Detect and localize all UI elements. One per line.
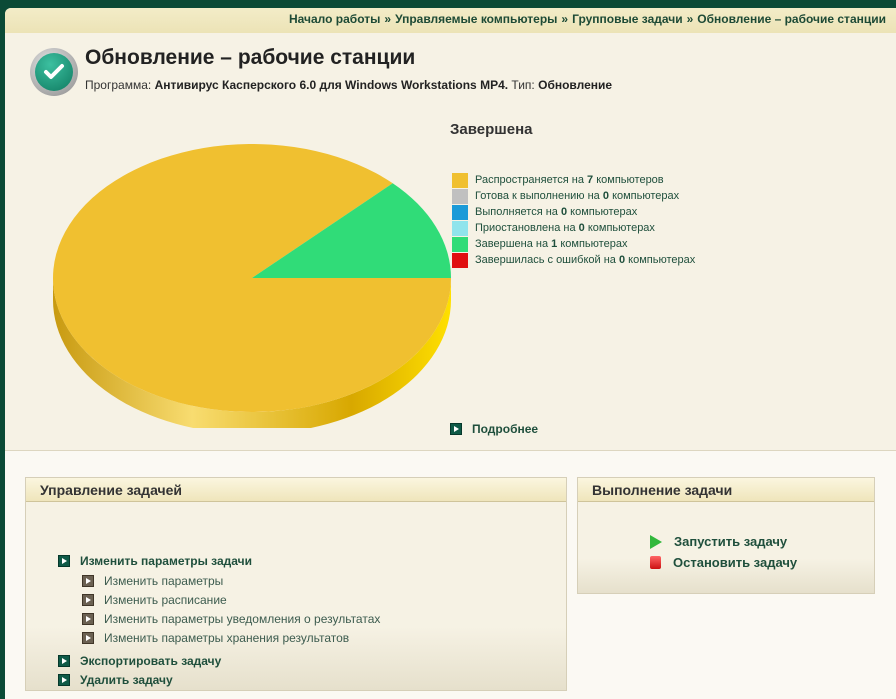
edit-storage-link[interactable]: Изменить параметры хранения результатов [82, 631, 349, 645]
breadcrumb-group-tasks[interactable]: Групповые задачи [572, 12, 682, 26]
program-value: Антивирус Касперского 6.0 для Windows Wo… [154, 78, 509, 92]
stop-icon [650, 556, 661, 569]
arrow-right-icon [450, 423, 462, 435]
edit-schedule-link[interactable]: Изменить расписание [82, 593, 227, 607]
legend-item: Выполняется на 0 компьютерах [452, 204, 695, 220]
legend-swatch [452, 204, 468, 220]
arrow-right-icon [58, 655, 70, 667]
breadcrumb-current: Обновление – рабочие станции [697, 12, 886, 26]
lower-section: Управление задачей Изменить параметры за… [5, 450, 896, 699]
legend-label: Завершена на 1 компьютерах [475, 238, 628, 250]
task-execution-panel: Выполнение задачи Запустить задачу Остан… [577, 477, 875, 594]
type-value: Обновление [538, 78, 613, 92]
breadcrumb-home[interactable]: Начало работы [289, 12, 380, 26]
arrow-right-icon [82, 613, 94, 625]
start-task-button[interactable]: Запустить задачу [650, 534, 787, 549]
breadcrumb-separator: » [686, 12, 694, 26]
legend-label: Приостановлена на 0 компьютерах [475, 222, 655, 234]
arrow-right-icon [58, 555, 70, 567]
legend-item: Завершилась с ошибкой на 0 компьютерах [452, 252, 695, 268]
play-icon [650, 534, 662, 549]
legend-item: Готова к выполнению на 0 компьютерах [452, 188, 695, 204]
edit-notification-link[interactable]: Изменить параметры уведомления о результ… [82, 612, 380, 626]
link-label: Изменить параметры хранения результатов [104, 631, 350, 645]
legend-swatch [452, 252, 468, 268]
link-label: Изменить расписание [104, 593, 227, 607]
arrow-right-icon [82, 632, 94, 644]
task-subtitle: Программа: Антивирус Касперского 6.0 для… [85, 78, 612, 92]
edit-params-link[interactable]: Изменить параметры [82, 574, 223, 588]
task-management-panel: Управление задачей Изменить параметры за… [25, 477, 567, 691]
legend-swatch [452, 172, 468, 188]
legend-label: Распространяется на 7 компьютеров [475, 174, 664, 186]
legend-swatch [452, 188, 468, 204]
arrow-right-icon [82, 594, 94, 606]
legend-swatch [452, 220, 468, 236]
legend-label: Завершилась с ошибкой на 0 компьютерах [475, 254, 696, 266]
details-link-label: Подробнее [472, 422, 539, 436]
link-label: Запустить задачу [674, 534, 788, 549]
details-link[interactable]: Подробнее [450, 422, 538, 436]
legend-item: Распространяется на 7 компьютеров [452, 172, 695, 188]
link-label: Изменить параметры [104, 574, 224, 588]
legend-label: Выполняется на 0 компьютерах [475, 206, 638, 218]
page-title: Обновление – рабочие станции [85, 46, 416, 69]
panel-title: Выполнение задачи [578, 478, 874, 502]
link-label: Изменить параметры уведомления о результ… [104, 612, 381, 626]
export-task-link[interactable]: Экспортировать задачу [58, 654, 221, 668]
breadcrumb-separator: » [384, 12, 392, 26]
breadcrumb: Начало работы» Управляемые компьютеры» Гру… [5, 8, 896, 33]
breadcrumb-managed-computers[interactable]: Управляемые компьютеры [395, 12, 557, 26]
legend-item: Приостановлена на 0 компьютерах [452, 220, 695, 236]
type-label: Тип: [511, 78, 535, 92]
content-panel: Начало работы» Управляемые компьютеры» Гру… [5, 8, 896, 699]
legend-item: Завершена на 1 компьютерах [452, 236, 695, 252]
stop-task-button[interactable]: Остановить задачу [650, 555, 797, 570]
task-status: Завершена [450, 121, 533, 138]
link-label: Экспортировать задачу [80, 654, 222, 668]
arrow-right-icon [82, 575, 94, 587]
delete-task-link[interactable]: Удалить задачу [58, 673, 173, 687]
legend-label: Готова к выполнению на 0 компьютерах [475, 190, 680, 202]
arrow-right-icon [58, 674, 70, 686]
legend-swatch [452, 236, 468, 252]
chart-legend: Распространяется на 7 компьютеров Готова … [452, 172, 695, 268]
status-pie-chart [52, 143, 451, 428]
check-circle-icon [30, 48, 78, 96]
link-label: Остановить задачу [673, 555, 798, 570]
panel-title: Управление задачей [26, 478, 566, 502]
link-label: Изменить параметры задачи [80, 554, 252, 568]
program-label: Программа: [85, 78, 152, 92]
link-label: Удалить задачу [80, 673, 173, 687]
edit-task-settings-link[interactable]: Изменить параметры задачи [58, 554, 252, 568]
breadcrumb-separator: » [561, 12, 569, 26]
